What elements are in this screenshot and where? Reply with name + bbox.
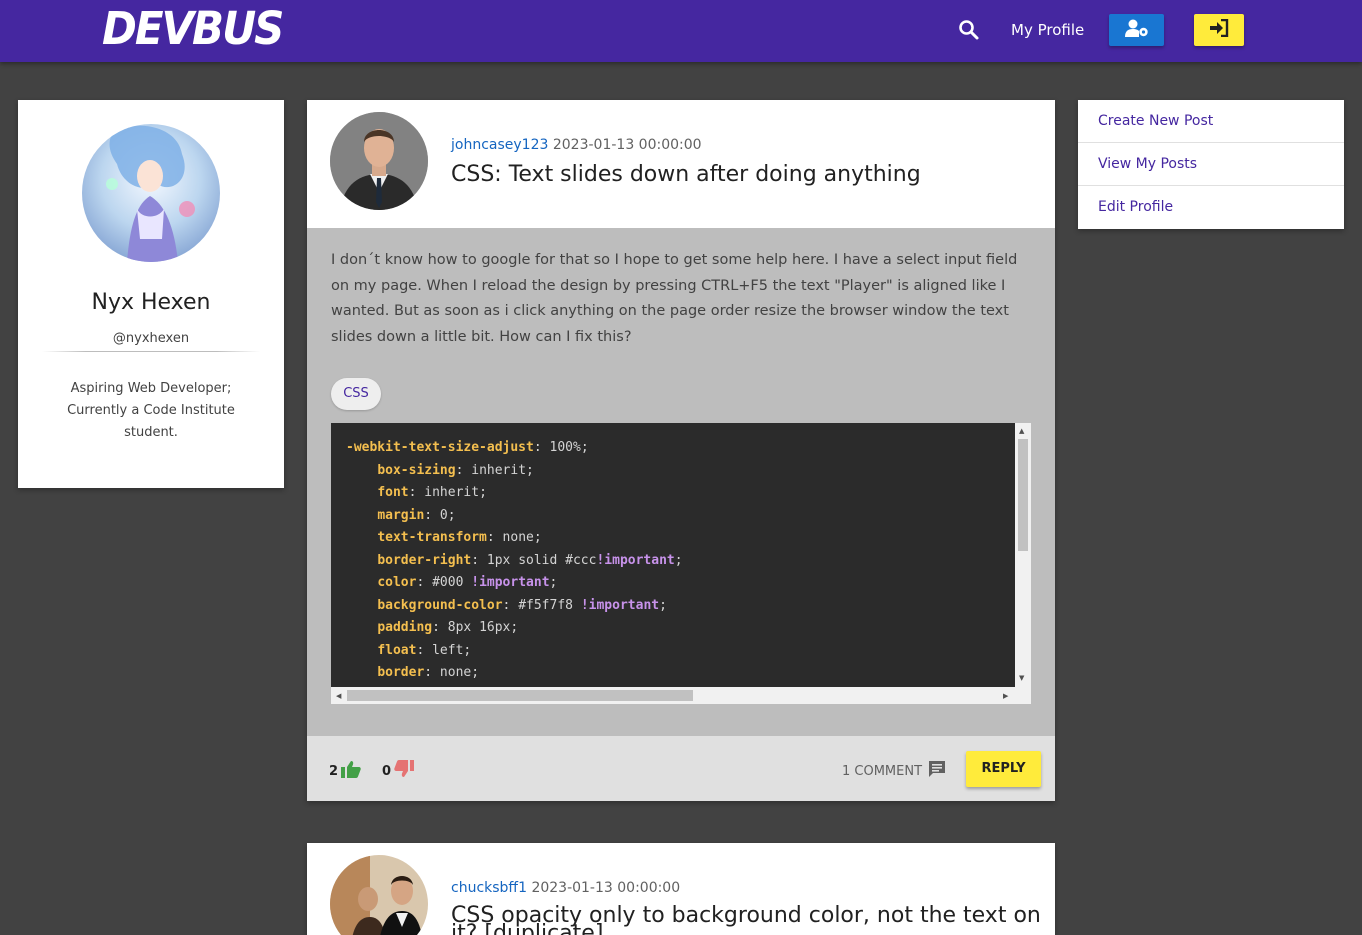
post-card: chucksbff1 2023-01-13 00:00:00 CSS opaci… — [307, 843, 1055, 935]
scroll-down-icon[interactable]: ▼ — [1019, 674, 1024, 682]
code-line: background-color: #f5f7f8 !important; — [377, 597, 667, 613]
code-lines: -webkit-text-size-adjust: 100%; box-sizi… — [346, 437, 683, 685]
brand-logo[interactable]: DEVBUS — [102, 2, 284, 56]
profile-card: Nyx Hexen @nyxhexen Aspiring Web Develop… — [18, 100, 284, 488]
horizontal-scrollbar[interactable]: ◀ ▶ — [331, 687, 1015, 704]
vertical-scrollbar[interactable]: ▲ ▼ — [1015, 423, 1031, 687]
code-line: color: #000 !important; — [377, 575, 558, 590]
post-author-link[interactable]: johncasey123 — [451, 137, 548, 153]
scroll-corner — [1015, 687, 1031, 704]
reply-button[interactable]: REPLY — [966, 751, 1041, 787]
code-line: padding: 8px 16px; — [377, 620, 519, 635]
post-date: 2023-01-13 00:00:00 — [531, 880, 681, 896]
code-property: border — [377, 665, 425, 680]
menu-view-my-posts[interactable]: View My Posts — [1078, 143, 1344, 186]
code-block: -webkit-text-size-adjust: 100%; box-sizi… — [331, 423, 1031, 704]
vertical-scroll-thumb[interactable] — [1018, 439, 1028, 551]
code-property: -webkit-text-size-adjust — [346, 440, 534, 455]
author-avatar[interactable] — [330, 112, 428, 210]
profile-name: Nyx Hexen — [91, 290, 211, 315]
code-important: !important — [580, 597, 660, 613]
code-property: font — [377, 485, 409, 500]
scroll-left-icon[interactable]: ◀ — [336, 692, 341, 700]
like-count: 2 — [329, 763, 339, 779]
like-button[interactable]: 2 — [329, 760, 361, 782]
profile-avatar — [82, 124, 220, 262]
post-card: johncasey123 2023-01-13 00:00:00 CSS: Te… — [307, 100, 1055, 801]
code-line: border-right: 1px solid #ccc!important; — [377, 552, 683, 568]
code-important: !important — [471, 575, 550, 590]
post-meta: johncasey123 2023-01-13 00:00:00 — [451, 137, 702, 153]
dislike-button[interactable]: 0 — [382, 760, 415, 782]
sign-in-icon — [1209, 18, 1229, 41]
top-navbar: DEVBUS My Profile — [0, 0, 1362, 62]
post-title[interactable]: CSS: Text slides down after doing anythi… — [451, 164, 1041, 186]
login-button[interactable] — [1194, 14, 1244, 46]
my-profile-link[interactable]: My Profile — [1011, 20, 1084, 40]
scroll-right-icon[interactable]: ▶ — [1003, 692, 1008, 700]
code-line: border: none; — [377, 665, 480, 680]
side-menu: Create New Post View My Posts Edit Profi… — [1078, 100, 1344, 229]
horizontal-scroll-thumb[interactable] — [347, 690, 693, 701]
comments-link[interactable]: 1 COMMENT — [842, 760, 946, 782]
code-line: margin: 0; — [377, 507, 456, 523]
code-property: color — [377, 575, 417, 590]
post-date: 2023-01-13 00:00:00 — [552, 137, 702, 153]
dislike-count: 0 — [382, 763, 392, 779]
post-title[interactable]: CSS opacity only to background color, no… — [451, 905, 1041, 935]
post-footer: 2 0 1 COMMENT REPLY — [307, 736, 1055, 801]
user-cog-icon — [1124, 18, 1150, 42]
thumbs-down-icon — [394, 760, 415, 782]
scroll-up-icon[interactable]: ▲ — [1019, 427, 1024, 435]
code-line: text-transform: none; — [377, 530, 542, 545]
code-property: border-right — [377, 552, 472, 568]
tag-chip[interactable]: CSS — [331, 378, 381, 410]
code-property: float — [377, 642, 417, 658]
post-author-link[interactable]: chucksbff1 — [451, 880, 527, 896]
code-line: box-sizing: inherit; — [377, 462, 534, 478]
code-property: background-color — [377, 597, 503, 613]
profile-bio: Aspiring Web Developer; Currently a Code… — [67, 381, 235, 440]
code-property: padding — [377, 620, 433, 635]
code-property: margin — [377, 507, 425, 523]
post-header: chucksbff1 2023-01-13 00:00:00 CSS opaci… — [307, 843, 1055, 935]
code-line: font: inherit; — [377, 485, 487, 500]
code-important: !important — [596, 552, 675, 568]
code-line: -webkit-text-size-adjust: 100%; — [346, 440, 589, 455]
post-body: I don´t know how to google for that so I… — [307, 228, 1055, 736]
post-header: johncasey123 2023-01-13 00:00:00 CSS: Te… — [307, 100, 1055, 228]
code-property: box-sizing — [377, 462, 456, 478]
author-avatar[interactable] — [330, 855, 428, 935]
menu-create-new-post[interactable]: Create New Post — [1078, 100, 1344, 143]
profile-divider — [42, 351, 260, 352]
thumbs-up-icon — [341, 760, 361, 782]
code-property: text-transform — [377, 530, 487, 545]
comment-icon — [928, 760, 946, 782]
code-line: float: left; — [377, 642, 472, 658]
profile-settings-button[interactable] — [1109, 14, 1164, 46]
profile-handle: @nyxhexen — [112, 331, 190, 346]
search-icon[interactable] — [957, 18, 981, 42]
post-text: I don´t know how to google for that so I… — [331, 252, 1018, 345]
post-meta: chucksbff1 2023-01-13 00:00:00 — [451, 880, 680, 896]
menu-edit-profile[interactable]: Edit Profile — [1078, 186, 1344, 229]
comment-count: 1 COMMENT — [842, 763, 923, 779]
